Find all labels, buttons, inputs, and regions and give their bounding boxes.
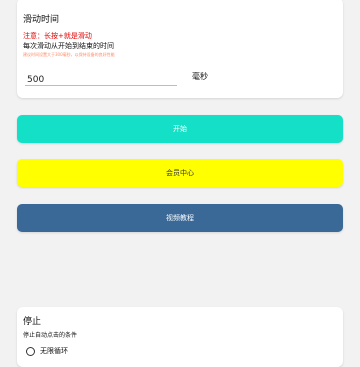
swipe-duration-unit: 毫秒	[192, 72, 208, 81]
swipe-duration-title: 滑动时间	[23, 15, 60, 25]
swipe-description: 每次滑动从开始到结束的时间	[23, 42, 114, 50]
infinite-loop-label: 无限循环	[40, 347, 68, 355]
swipe-duration-card: 滑动时间 注意：长按+就是滑动 每次滑动从开始到结束的时间 建议时间设置大于30…	[17, 0, 343, 98]
swipe-note: 注意：长按+就是滑动	[23, 32, 92, 40]
start-button-label: 开始	[173, 125, 187, 133]
stop-title: 停止	[23, 317, 42, 327]
video-tutorial-button[interactable]: 视频教程	[17, 204, 343, 232]
vip-center-button[interactable]: 会员中心	[17, 159, 343, 187]
swipe-hint: 建议时间设置大于300毫秒，以保持设备的良好性能	[23, 52, 115, 57]
radio-circle-icon[interactable]	[26, 346, 35, 356]
stop-subtitle: 停止自动点击的条件	[23, 332, 78, 339]
swipe-duration-input[interactable]	[25, 72, 177, 88]
infinite-loop-radio[interactable]: 无限循环	[26, 346, 68, 356]
stop-conditions-card: 停止 停止自动点击的条件 无限循环	[17, 307, 343, 367]
start-button[interactable]: 开始	[17, 115, 343, 143]
swipe-duration-field	[25, 67, 177, 88]
video-tutorial-button-label: 视频教程	[166, 214, 194, 222]
vip-center-button-label: 会员中心	[166, 169, 194, 177]
